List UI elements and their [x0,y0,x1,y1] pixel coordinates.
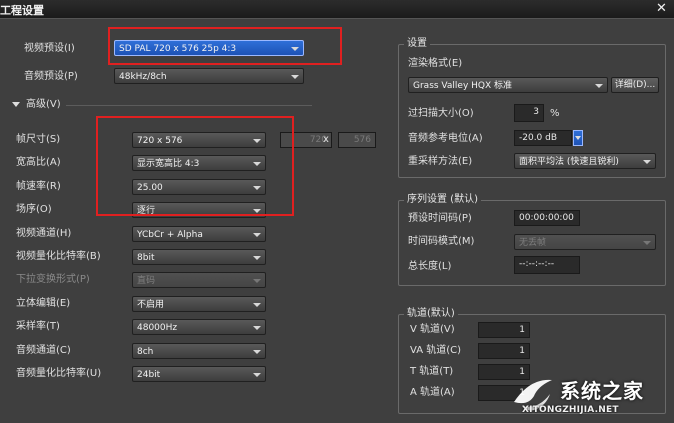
audio-preset-label: 音频预设(P) [24,71,78,82]
total-length-input[interactable]: --:--:--:-- [514,256,580,274]
timecode-mode-label: 时间码模式(M) [408,236,475,247]
chevron-down-icon [291,75,299,79]
advanced-row-dropdown[interactable]: 8ch [132,343,266,359]
advanced-row-value: 8bit [137,253,155,263]
render-format-label: 渲染格式(E) [408,58,463,69]
advanced-row-dropdown[interactable]: 不启用 [132,296,266,312]
overscan-input[interactable]: 3 [514,104,544,122]
advanced-row-label: 采样率(T) [16,321,60,332]
watermark-url: XITONGZHIJIA.NET [522,405,619,415]
advanced-row-label: 宽高比(A) [16,157,61,168]
settings-group-title: 设置 [404,38,430,50]
audio-ref-input[interactable]: -20.0 dB [514,130,572,146]
chevron-down-icon [643,160,651,164]
chevron-down-icon [595,84,603,88]
track-count-input[interactable]: 1 [478,343,530,359]
chevron-down-icon [575,136,581,140]
frame-x-label: x [323,134,329,145]
advanced-row-value: 8ch [137,347,154,357]
highlight-box-preset [108,27,342,65]
render-format-value: Grass Valley HQX 标准 [413,81,513,91]
advanced-row-dropdown[interactable]: 8bit [132,249,266,265]
title-bar: 工程设置 ✕ [0,0,674,19]
tracks-group-title: 轨道(默认) [404,308,458,320]
advanced-row-label: 场序(O) [16,204,52,215]
advanced-row-label: 音频通道(C) [16,345,71,356]
render-format-dropdown[interactable]: Grass Valley HQX 标准 [408,77,608,93]
track-label: V 轨道(V) [410,324,455,335]
advanced-divider [66,105,312,106]
chevron-down-icon [253,326,261,330]
advanced-row-value: 48000Hz [137,323,178,333]
chevron-down-icon [253,373,261,377]
advanced-row-dropdown[interactable]: YCbCr + Alpha [132,226,266,242]
watermark-brand: 系统之家 [560,379,644,403]
chevron-down-icon [253,279,261,283]
preset-timecode-label: 预设时间码(P) [408,213,472,224]
timecode-mode-value: 无丢帧 [519,238,547,248]
advanced-section-label[interactable]: 高级(V) [26,98,61,112]
advanced-row-dropdown: 直码 [132,272,266,288]
advanced-row-label: 视频通道(H) [16,228,72,239]
advanced-row-dropdown[interactable]: 24bit [132,366,266,382]
collapse-triangle-icon[interactable] [12,102,20,107]
chevron-down-icon [253,350,261,354]
advanced-row-value: YCbCr + Alpha [137,230,203,240]
audio-preset-value: 48kHz/8ch [119,72,167,82]
audio-ref-label: 音频参考电位(A) [408,133,483,144]
advanced-row-label: 立体编辑(E) [16,298,71,309]
total-length-label: 总长度(L) [408,261,452,272]
chevron-down-icon [253,233,261,237]
overscan-unit: % [550,108,560,119]
sequence-group-title: 序列设置 (默认) [404,194,481,206]
advanced-row-value: 24bit [137,370,161,380]
advanced-row-label: 帧尺寸(S) [16,134,61,145]
audio-preset-dropdown[interactable]: 48kHz/8ch [114,68,304,84]
window-title: 工程设置 [0,4,44,17]
audio-ref-dropdown-button[interactable] [573,130,583,146]
track-label: T 轨道(T) [410,366,454,377]
close-icon[interactable]: ✕ [656,1,667,16]
advanced-row-label: 帧速率(R) [16,181,61,192]
chevron-down-icon [253,303,261,307]
frame-height-input: 576 [338,132,376,148]
preset-timecode-input[interactable]: 00:00:00:00 [514,210,580,226]
overscan-label: 过扫描大小(O) [408,108,474,119]
advanced-row-dropdown[interactable]: 48000Hz [132,319,266,335]
advanced-row-value: 不启用 [137,300,165,310]
advanced-row-label: 下拉变换形式(P) [16,274,90,285]
video-preset-label: 视频预设(I) [24,43,75,54]
chevron-down-icon [643,241,651,245]
track-label: A 轨道(A) [410,387,455,398]
track-count-input[interactable]: 1 [478,322,530,338]
advanced-row-label: 音频量化比特率(U) [16,368,102,379]
highlight-box-advanced [96,116,294,216]
advanced-row-value: 直码 [137,276,156,286]
track-label: VA 轨道(C) [410,345,462,356]
resample-value: 面积平均法 (快速且锐利) [519,157,619,167]
detail-button[interactable]: 详细(D)... [611,77,659,93]
advanced-row-label: 视频量化比特率(B) [16,251,101,262]
resample-label: 重采样方法(E) [408,156,473,167]
resample-dropdown[interactable]: 面积平均法 (快速且锐利) [514,153,656,169]
chevron-down-icon [253,256,261,260]
timecode-mode-dropdown: 无丢帧 [514,234,656,250]
